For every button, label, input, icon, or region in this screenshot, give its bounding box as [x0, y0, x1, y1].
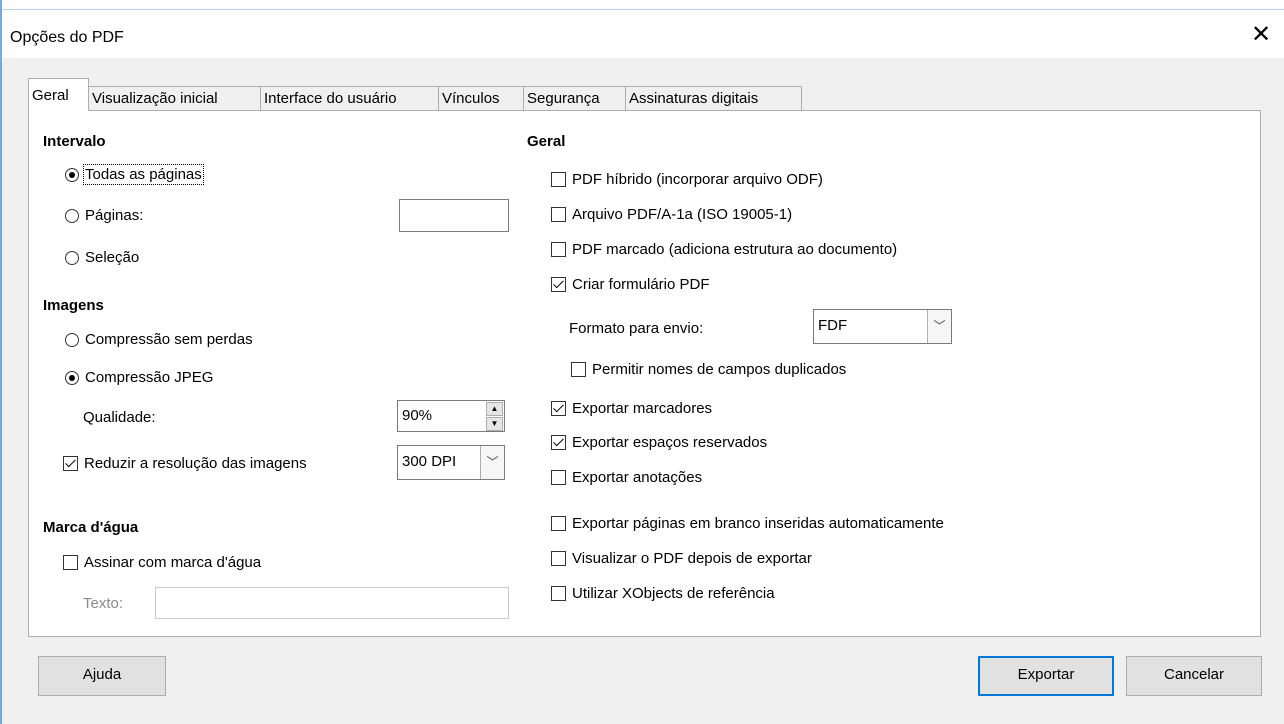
tab-panel-geral: Intervalo Todas as páginas Páginas: Sele…: [28, 110, 1261, 637]
checkbox-indicator[interactable]: [551, 207, 566, 222]
tab-interface-usuario[interactable]: Interface do usuário: [260, 86, 439, 110]
texto-input[interactable]: [155, 587, 509, 619]
radio-indicator[interactable]: [65, 370, 79, 385]
radio-indicator[interactable]: [65, 332, 79, 347]
chevron-down-icon[interactable]: ﹀: [927, 310, 951, 343]
radio-indicator[interactable]: [65, 208, 79, 223]
checkbox-indicator[interactable]: [551, 470, 566, 485]
checkbox-indicator[interactable]: [551, 586, 566, 601]
checkbox-label: Permitir nomes de campos duplicados: [592, 361, 847, 378]
checkbox-criar-formulario[interactable]: Criar formulário PDF: [551, 276, 710, 293]
spin-buttons: ▲ ▼: [486, 402, 503, 431]
dpi-value: 300 DPI: [402, 453, 457, 470]
checkbox-label: Assinar com marca d'água: [84, 554, 262, 571]
radio-label: Compressão JPEG: [85, 369, 214, 386]
checkbox-label: Exportar marcadores: [572, 400, 713, 417]
pdf-options-dialog: Opções do PDF ✕ Geral Visualização inici…: [2, 10, 1284, 724]
qualidade-label: Qualidade:: [83, 409, 156, 426]
checkbox-pdf-marcado[interactable]: PDF marcado (adiciona estrutura ao docum…: [551, 241, 897, 258]
checkbox-label: Exportar anotações: [572, 469, 703, 486]
intervalo-heading: Intervalo: [43, 133, 106, 150]
checkbox-label: Criar formulário PDF: [572, 276, 710, 293]
formato-value: FDF: [818, 317, 848, 334]
tab-seguranca[interactable]: Segurança: [523, 86, 626, 110]
checkbox-label: PDF marcado (adiciona estrutura ao docum…: [572, 241, 898, 258]
checkbox-indicator[interactable]: [551, 172, 566, 187]
title-bar: Opções do PDF ✕: [2, 10, 1284, 58]
paginas-input[interactable]: [399, 199, 509, 232]
spin-down-icon[interactable]: ▼: [486, 417, 503, 431]
qualidade-spinbox[interactable]: 90% ▲ ▼: [397, 400, 505, 432]
checkbox-label: Reduzir a resolução das imagens: [84, 455, 307, 472]
checkbox-indicator[interactable]: [571, 362, 586, 377]
radio-indicator[interactable]: [65, 167, 79, 182]
checkbox-pdf-hibrido[interactable]: PDF híbrido (incorporar arquivo ODF): [551, 171, 823, 188]
radio-paginas[interactable]: Páginas:: [65, 207, 143, 224]
checkbox-indicator[interactable]: [551, 401, 566, 416]
tab-geral[interactable]: Geral: [28, 78, 89, 111]
checkbox-xobjects[interactable]: Utilizar XObjects de referência: [551, 585, 775, 602]
texto-label: Texto:: [83, 595, 124, 612]
checkbox-indicator[interactable]: [551, 435, 566, 450]
checkbox-exportar-marcadores[interactable]: Exportar marcadores: [551, 400, 712, 417]
qualidade-value: 90%: [402, 407, 433, 424]
checkbox-label: Arquivo PDF/A-1a (ISO 19005-1): [572, 206, 793, 223]
checkbox-label: Exportar espaços reservados: [572, 434, 768, 451]
checkbox-indicator[interactable]: [551, 277, 566, 292]
checkbox-indicator[interactable]: [551, 516, 566, 531]
imagens-heading: Imagens: [43, 297, 104, 314]
chevron-down-icon[interactable]: ﹀: [480, 446, 504, 479]
checkbox-exportar-anotacoes[interactable]: Exportar anotações: [551, 469, 702, 486]
dpi-combobox[interactable]: 300 DPI ﹀: [397, 445, 505, 480]
tab-visualizacao-inicial[interactable]: Visualização inicial: [88, 86, 261, 110]
dialog-title: Opções do PDF: [10, 29, 124, 46]
radio-label: Seleção: [85, 249, 140, 266]
checkbox-indicator[interactable]: [551, 551, 566, 566]
checkbox-indicator[interactable]: [63, 456, 78, 471]
radio-label: Páginas:: [85, 207, 144, 224]
tab-assinaturas-digitais[interactable]: Assinaturas digitais: [625, 86, 802, 110]
marca-agua-heading: Marca d'água: [43, 519, 139, 536]
checkbox-pdfa[interactable]: Arquivo PDF/A-1a (ISO 19005-1): [551, 206, 792, 223]
geral-heading: Geral: [527, 133, 566, 150]
radio-indicator[interactable]: [65, 250, 79, 265]
radio-label: Todas as páginas: [83, 164, 204, 185]
checkbox-assinar-marca-agua[interactable]: Assinar com marca d'água: [63, 554, 261, 571]
checkbox-paginas-branco[interactable]: Exportar páginas em branco inseridas aut…: [551, 515, 944, 532]
checkbox-label: PDF híbrido (incorporar arquivo ODF): [572, 171, 823, 188]
checkbox-indicator[interactable]: [63, 555, 78, 570]
radio-compressao-jpeg[interactable]: Compressão JPEG: [65, 369, 213, 386]
cancel-button[interactable]: Cancelar: [1126, 656, 1262, 696]
checkbox-visualizar-pdf[interactable]: Visualizar o PDF depois de exportar: [551, 550, 812, 567]
window-top-border: [0, 0, 1284, 10]
checkbox-label: Utilizar XObjects de referência: [572, 585, 775, 602]
checkbox-exportar-espacos[interactable]: Exportar espaços reservados: [551, 434, 767, 451]
formato-envio-combobox[interactable]: FDF ﹀: [813, 309, 952, 344]
tab-vinculos[interactable]: Vínculos: [438, 86, 524, 110]
checkbox-reduzir-resolucao[interactable]: Reduzir a resolução das imagens: [63, 455, 307, 472]
checkbox-label: Visualizar o PDF depois de exportar: [572, 550, 812, 567]
radio-selecao[interactable]: Seleção: [65, 249, 139, 266]
radio-todas-paginas[interactable]: Todas as páginas: [65, 164, 204, 185]
spin-up-icon[interactable]: ▲: [486, 402, 503, 416]
help-button[interactable]: Ajuda: [38, 656, 166, 696]
radio-compressao-sem-perdas[interactable]: Compressão sem perdas: [65, 331, 253, 348]
formato-envio-label: Formato para envio:: [569, 320, 704, 337]
radio-label: Compressão sem perdas: [85, 331, 253, 348]
close-icon[interactable]: ✕: [1246, 20, 1276, 50]
checkbox-campos-duplicados[interactable]: Permitir nomes de campos duplicados: [571, 361, 846, 378]
export-button[interactable]: Exportar: [978, 656, 1114, 696]
checkbox-label: Exportar páginas em branco inseridas aut…: [572, 515, 944, 532]
checkbox-indicator[interactable]: [551, 242, 566, 257]
